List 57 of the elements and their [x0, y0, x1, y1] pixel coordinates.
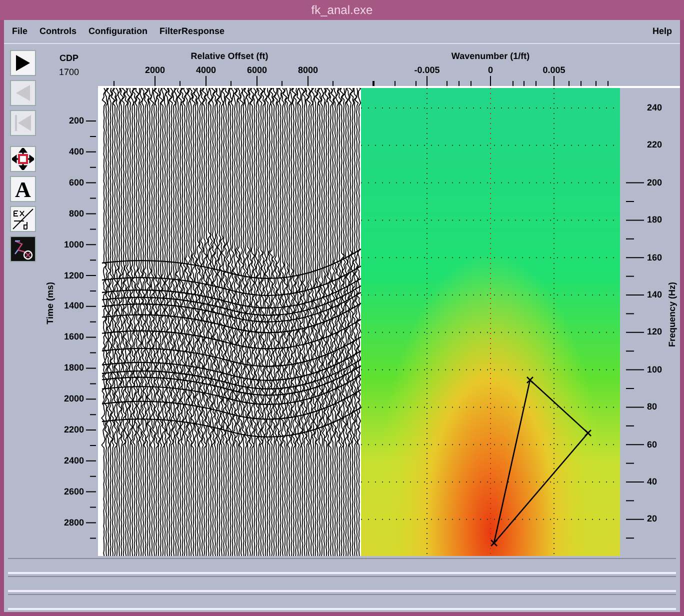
- move-arrows-icon: [12, 148, 34, 170]
- axis-title: Wavenumber (1/ft): [450, 50, 531, 63]
- text-tool-button[interactable]: A: [10, 176, 36, 202]
- tick-label: 40: [647, 475, 658, 488]
- tick-label: 2200: [64, 423, 84, 436]
- tick-label: 2600: [64, 485, 84, 498]
- tick-label: 140: [647, 288, 662, 302]
- tick-label: 1000: [64, 238, 84, 251]
- tick-label: 180: [647, 213, 662, 226]
- tick-label: 2400: [64, 454, 84, 468]
- tick-label: 80: [647, 400, 658, 414]
- axis-title: Frequency (Hz): [666, 282, 678, 348]
- tick-label: 240: [647, 101, 662, 114]
- tick-label: 20: [647, 512, 658, 526]
- tick-label: 200: [68, 114, 84, 128]
- tick-label: 100: [647, 363, 662, 376]
- tick-label: 60: [647, 438, 658, 451]
- menu-item[interactable]: Controls: [40, 24, 77, 40]
- tick-label: 0: [488, 64, 493, 77]
- axis-title: Time (ms): [44, 282, 56, 324]
- tick-label: 800: [68, 206, 84, 220]
- network-icon: [12, 238, 34, 260]
- tick-label: 600: [68, 176, 84, 190]
- cdp-value: 1700: [58, 66, 80, 78]
- skip-start-icon: [14, 114, 32, 132]
- menu-item[interactable]: Configuration: [88, 24, 148, 40]
- tick-label: -0.005: [414, 64, 440, 77]
- tick-label: 1800: [64, 361, 84, 374]
- menu-item[interactable]: Help: [652, 24, 672, 40]
- menu-item[interactable]: File: [12, 24, 28, 40]
- tick-label: 2000: [64, 392, 84, 406]
- tick-label: 8000: [298, 64, 318, 77]
- formula-icon: [12, 208, 34, 230]
- formula-tool-button[interactable]: [10, 206, 36, 232]
- tick-label: 160: [647, 250, 662, 264]
- tick-label: 2800: [64, 516, 84, 529]
- window-title: fk_anal.exe: [0, 0, 684, 20]
- axis-title: Relative Offset (ft): [190, 50, 270, 63]
- network-tool-button[interactable]: [10, 236, 36, 262]
- tick-label: 1600: [64, 330, 84, 344]
- tick-label: 4000: [196, 64, 216, 77]
- tick-label: 6000: [246, 64, 268, 77]
- tick-label: 200: [647, 176, 662, 190]
- move-tool-button[interactable]: [10, 146, 36, 172]
- tick-label: 1400: [64, 300, 84, 313]
- tick-label: 2000: [144, 64, 166, 77]
- filter-polygon[interactable]: [490, 376, 592, 547]
- play-icon: [15, 54, 31, 72]
- tick-label: 220: [647, 138, 662, 152]
- triangle-left-icon: [15, 84, 31, 102]
- menu-item[interactable]: FilterResponse: [160, 24, 225, 40]
- play-button[interactable]: [10, 50, 36, 76]
- tick-label: 120: [647, 326, 662, 339]
- tick-label: 0.005: [542, 64, 566, 77]
- cdp-label: CDP: [59, 52, 78, 65]
- tick-label: 1200: [64, 268, 84, 282]
- tick-label: 400: [68, 145, 84, 158]
